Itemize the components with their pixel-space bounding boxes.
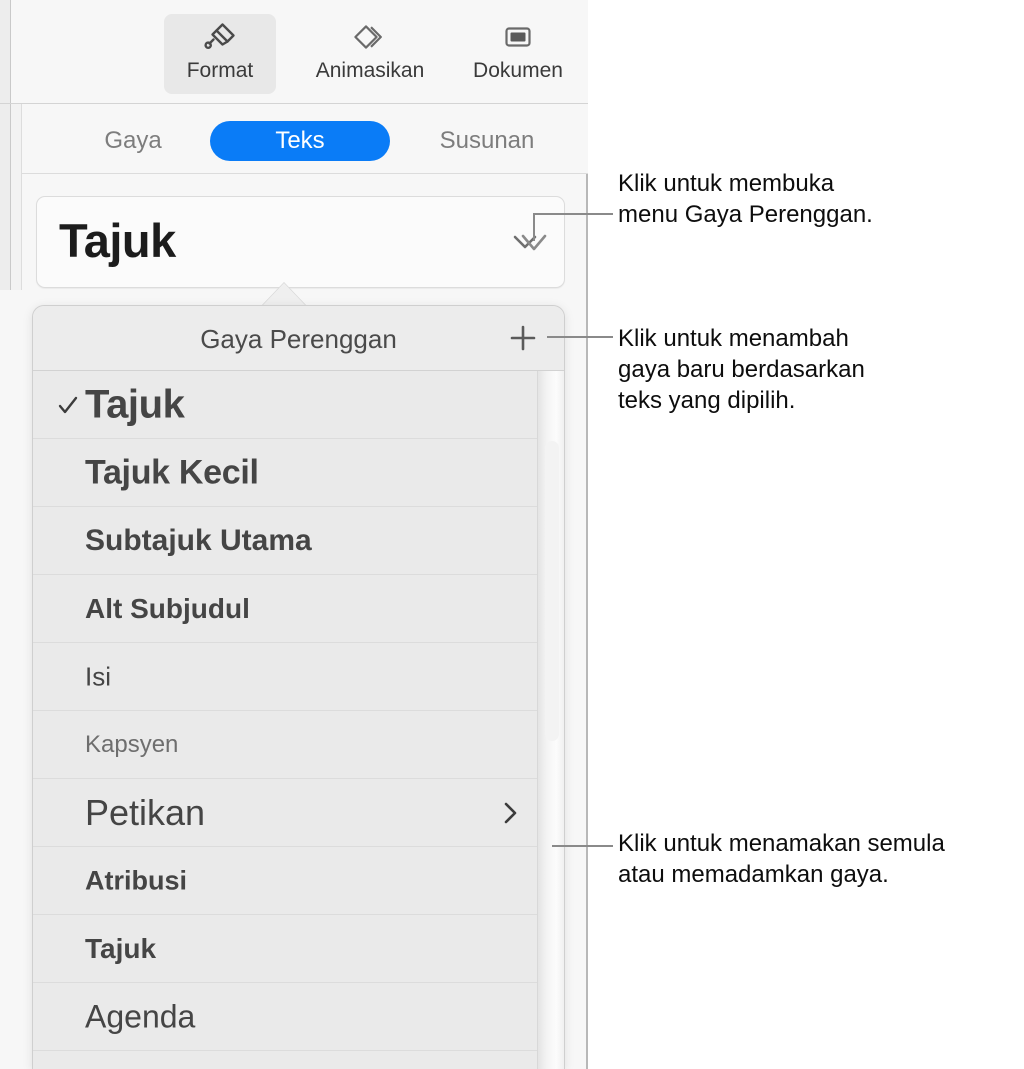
callout-2-text: Klik untuk menambah gaya baru berdasarka… — [618, 325, 865, 414]
list-item[interactable]: Kapsyen — [33, 711, 564, 779]
toolbar-button-animate-label: Animasikan — [315, 59, 425, 82]
list-item-label: Atribusi — [85, 865, 188, 895]
toolbar-button-animate[interactable]: Animasikan — [314, 14, 426, 94]
document-edge-outer — [0, 0, 11, 290]
callout-3-text: Klik untuk menamakan semula atau memadam… — [618, 830, 945, 888]
add-style-button[interactable] — [505, 320, 541, 356]
popup-header: Gaya Perenggan — [33, 306, 564, 371]
list-item-label: Tajuk Kecil — [85, 453, 259, 491]
paragraph-style-popup-button[interactable]: Tajuk — [36, 196, 565, 288]
checkmark-icon — [55, 393, 81, 417]
list-item[interactable]: Tajuk — [33, 371, 564, 439]
list-item[interactable]: Alt Subjudul — [33, 575, 564, 643]
list-item-label: Petikan — [85, 791, 206, 833]
popup-scrollbar-thumb[interactable] — [545, 441, 559, 741]
toolbar-button-format-label: Format — [186, 59, 254, 82]
list-item-label: Subtajuk Utama — [85, 523, 312, 557]
list-item-label: Tajuk — [85, 382, 185, 426]
toolbar-button-document[interactable]: Dokumen — [462, 14, 574, 94]
list-item[interactable]: Agenda — [33, 983, 564, 1051]
tab-gaya[interactable]: Gaya — [60, 121, 206, 161]
list-item[interactable]: Subtajuk Utama — [33, 507, 564, 575]
popup-title: Gaya Perenggan — [200, 324, 397, 354]
format-inspector-panel: Format Animasikan Dokumen Gaya Teks Susu… — [0, 0, 588, 1069]
list-item[interactable]: Atribusi — [33, 847, 564, 915]
tab-susunan[interactable]: Susunan — [402, 121, 572, 161]
paintbrush-icon — [200, 14, 240, 60]
list-item[interactable]: Tajuk — [33, 915, 564, 983]
list-item[interactable]: Isi — [33, 643, 564, 711]
list-item-label: Kapsyen — [85, 730, 179, 758]
callout-3-leader — [552, 845, 613, 847]
paragraph-style-list: Tajuk Tajuk Kecil Subtajuk Utama Alt Sub… — [33, 371, 564, 1069]
list-item-label: Isi — [85, 661, 111, 691]
callout-1-arrowhead-icon — [519, 232, 549, 258]
list-item[interactable]: Petikan — [33, 779, 564, 847]
popup-pointer-triangle — [262, 283, 306, 306]
inspector-tabbar: Gaya Teks Susunan — [22, 104, 588, 174]
popup-scrollbar[interactable] — [537, 371, 564, 1069]
list-item-label: Alt Subjudul — [85, 592, 250, 624]
toolbar-button-format[interactable]: Format — [164, 14, 276, 94]
list-item[interactable]: Tajuk Kecil — [33, 439, 564, 507]
paragraph-style-current-value: Tajuk — [59, 214, 176, 267]
animate-diamonds-icon — [350, 14, 390, 60]
tab-teks[interactable]: Teks — [210, 121, 390, 161]
plus-icon — [507, 322, 539, 354]
chevron-right-icon[interactable] — [500, 800, 522, 826]
callout-2-leader — [547, 336, 613, 338]
document-frame-icon — [498, 14, 538, 60]
toolbar-button-document-label: Dokumen — [473, 59, 563, 82]
inspector-toolbar: Format Animasikan Dokumen — [22, 0, 588, 103]
paragraph-styles-popup: Gaya Perenggan Tajuk Tajuk Kecil Subtaju… — [32, 305, 565, 1069]
list-item-label: Agenda — [85, 998, 196, 1034]
callout-1-text: Klik untuk membuka menu Gaya Perenggan. — [618, 170, 873, 228]
list-item-label: Tajuk — [85, 932, 157, 964]
callout-1-leader-horizontal — [533, 213, 613, 215]
document-edge-inner — [11, 104, 22, 290]
